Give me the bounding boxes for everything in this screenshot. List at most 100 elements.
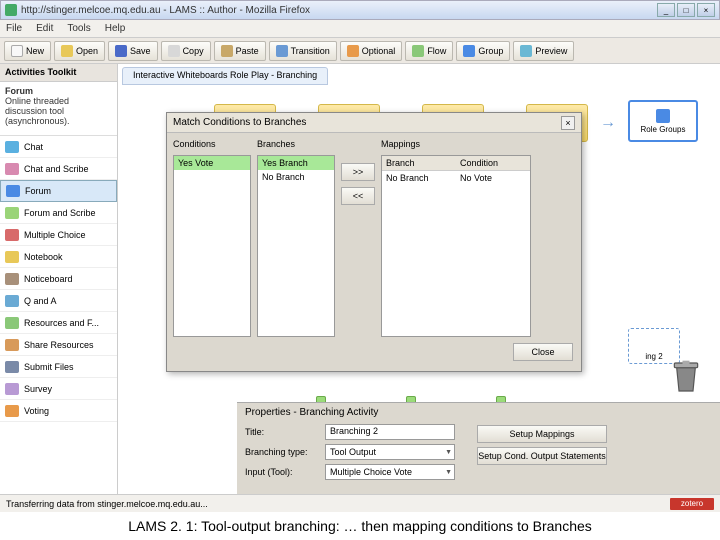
tool-item-multiple-choice[interactable]: Multiple Choice [0,224,117,246]
transition-icon [276,45,288,57]
dialog-close-button[interactable]: × [561,116,575,130]
tool-label: Chat [24,142,43,152]
menu-tools[interactable]: Tools [67,23,90,34]
conditions-list[interactable]: Yes Vote [173,155,251,337]
optional-button[interactable]: Optional [340,41,403,61]
map-head-branch: Branch [382,156,456,170]
setup-conditions-button[interactable]: Setup Cond. Output Statements [477,447,607,465]
mappings-header: Branch Condition [382,156,530,171]
preview-button[interactable]: Preview [513,41,574,61]
match-conditions-dialog: Match Conditions to Branches × Condition… [166,112,582,372]
transition-button[interactable]: Transition [269,41,337,61]
tool-icon [5,163,19,175]
conditions-column: Conditions Yes Vote [173,139,251,337]
open-icon [61,45,73,57]
window-controls: _ □ × [657,3,715,17]
remove-mapping-button[interactable]: << [341,187,375,205]
save-label: Save [130,46,151,56]
optional-label: Optional [362,46,396,56]
branches-label: Branches [257,139,335,151]
tool-label: Voting [24,406,49,416]
menubar: File Edit Tools Help [0,20,720,38]
tool-item-notebook[interactable]: Notebook [0,246,117,268]
mapping-condition: No Vote [456,171,530,185]
tool-icon [6,185,20,197]
mapping-row[interactable]: No BranchNo Vote [382,171,530,185]
condition-item[interactable]: Yes Vote [174,156,250,170]
minimize-button[interactable]: _ [657,3,675,17]
copy-button[interactable]: Copy [161,41,211,61]
tool-label: Resources and F... [24,318,99,328]
canvas-tab[interactable]: Interactive Whiteboards Role Play - Bran… [122,67,328,85]
dialog-close-btn[interactable]: Close [513,343,573,361]
group-activity[interactable]: Role Groups [628,100,698,142]
tool-icon [5,361,19,373]
sequence-box[interactable]: ing 2 [628,328,680,364]
mappings-list[interactable]: Branch Condition No BranchNo Vote [381,155,531,337]
new-button[interactable]: New [4,41,51,61]
statusbar: Transferring data from stinger.melcoe.mq… [0,494,720,512]
dialog-mid-buttons: >> << [341,139,375,337]
dialog-title: Match Conditions to Branches [173,117,306,128]
branches-list[interactable]: Yes BranchNo Branch [257,155,335,337]
tool-label: Noticeboard [24,274,73,284]
zotero-badge[interactable]: zotero [670,498,714,510]
tool-icon [5,229,19,241]
tool-icon [5,207,19,219]
tool-item-chat[interactable]: Chat [0,136,117,158]
tool-item-forum-and-scribe[interactable]: Forum and Scribe [0,202,117,224]
close-button[interactable]: × [697,3,715,17]
flow-button[interactable]: Flow [405,41,453,61]
tool-item-share-resources[interactable]: Share Resources [0,334,117,356]
add-mapping-button[interactable]: >> [341,163,375,181]
tool-icon [5,273,19,285]
tool-item-q-and-a[interactable]: Q and A [0,290,117,312]
dialog-footer: Close [167,343,581,367]
props-row-input: Input (Tool): Multiple Choice Vote▼ [245,464,712,480]
menu-help[interactable]: Help [105,23,126,34]
open-label: Open [76,46,98,56]
setup-mappings-button[interactable]: Setup Mappings [477,425,607,443]
tool-label: Share Resources [24,340,94,350]
window-title: http://stinger.melcoe.mq.edu.au - LAMS :… [21,5,657,16]
save-icon [115,45,127,57]
menu-file[interactable]: File [6,23,22,34]
copy-icon [168,45,180,57]
group-button[interactable]: Group [456,41,510,61]
trash-icon[interactable] [672,360,700,394]
menu-edit[interactable]: Edit [36,23,53,34]
branch-item[interactable]: Yes Branch [258,156,334,170]
maximize-button[interactable]: □ [677,3,695,17]
tool-item-resources-and-f-[interactable]: Resources and F... [0,312,117,334]
type-value: Tool Output [330,447,376,457]
save-button[interactable]: Save [108,41,158,61]
tool-label: Chat and Scribe [24,164,89,174]
mappings-label: Mappings [381,139,575,151]
props-right-buttons: Setup Mappings Setup Cond. Output Statem… [477,425,607,465]
branching-type-select[interactable]: Tool Output▼ [325,444,455,460]
input-tool-select[interactable]: Multiple Choice Vote ▼ [325,464,455,480]
optional-icon [347,45,359,57]
tool-item-noticeboard[interactable]: Noticeboard [0,268,117,290]
tool-icon [5,383,19,395]
preview-icon [520,45,532,57]
tool-item-voting[interactable]: Voting [0,400,117,422]
tool-list: Chat Chat and Scribe ForumForum and Scribe… [0,136,117,494]
open-button[interactable]: Open [54,41,105,61]
group-icon [463,45,475,57]
dialog-titlebar[interactable]: Match Conditions to Branches × [167,113,581,133]
tool-item-survey[interactable]: Survey [0,378,117,400]
group-label: Group [478,46,503,56]
tool-item-chat-and-scribe[interactable]: Chat and Scribe [0,158,117,180]
paste-button[interactable]: Paste [214,41,266,61]
new-icon [11,45,23,57]
title-input[interactable]: Branching 2 [325,424,455,440]
tool-item-forum[interactable]: Forum [0,180,117,202]
tool-item-submit-files[interactable]: Submit Files [0,356,117,378]
input-value: Multiple Choice Vote [330,467,412,477]
tool-description: Forum Online threaded discussion tool (a… [0,82,117,136]
map-head-condition: Condition [456,156,530,170]
chevron-down-icon: ▼ [445,469,452,476]
tool-icon [5,405,19,417]
branch-item[interactable]: No Branch [258,170,334,184]
